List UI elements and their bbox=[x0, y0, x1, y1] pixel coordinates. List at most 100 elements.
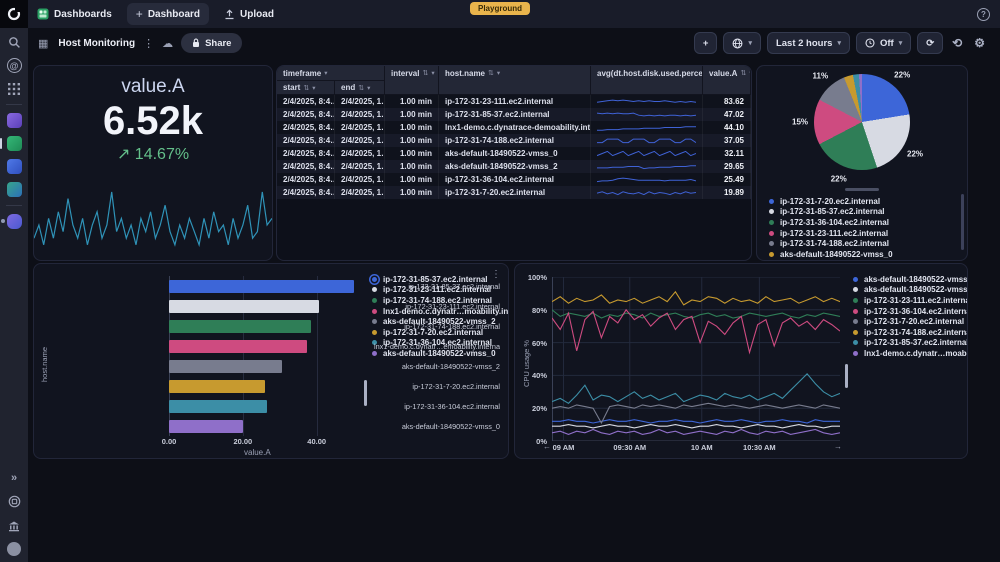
tab-dashboard[interactable]: + Dashboard bbox=[127, 3, 209, 25]
sidebar-item-clouds[interactable] bbox=[7, 113, 22, 128]
legend-resize-handle[interactable] bbox=[845, 188, 879, 191]
legend-item[interactable]: ip-172-31-23-111.ec2.internal bbox=[769, 228, 967, 239]
bar[interactable] bbox=[169, 340, 307, 353]
y-tick-label: 100% bbox=[517, 273, 547, 282]
nav-dashboards-label: Dashboards bbox=[54, 9, 112, 20]
copilot-icon[interactable]: @ bbox=[7, 58, 22, 73]
value-bar-panel[interactable]: ⋮ host.name 0.0020.0040.00 value.A ip-17… bbox=[33, 263, 509, 459]
legend-item[interactable]: ip-172-31-85-37.ec2.internal bbox=[769, 207, 967, 218]
column-header-avg-disk[interactable]: avg(dt.host.disk.used.percent) ▾ bbox=[591, 66, 703, 95]
legend-dot bbox=[769, 231, 774, 236]
cell-end: 2/4/2025, 1… bbox=[335, 134, 385, 147]
pan-right-icon[interactable]: → bbox=[834, 442, 842, 451]
legend-scrollbar[interactable] bbox=[961, 194, 964, 250]
globe-icon bbox=[732, 38, 743, 49]
nav-dashboards[interactable]: Dashboards bbox=[28, 0, 121, 28]
table-row[interactable]: 2/4/2025, 8:4…2/4/2025, 1…1.00 minaks-de… bbox=[277, 147, 751, 160]
expand-sidebar-icon[interactable]: » bbox=[7, 470, 22, 485]
table-row[interactable]: 2/4/2025, 8:4…2/4/2025, 1…1.00 minip-172… bbox=[277, 108, 751, 121]
cell-host: ip-172-31-23-111.ec2.internal bbox=[439, 95, 591, 108]
bar[interactable] bbox=[169, 300, 319, 313]
legend-scrollbar[interactable] bbox=[845, 364, 848, 388]
time-range-dropdown[interactable]: Last 2 hours ▾ bbox=[767, 32, 850, 54]
bar[interactable] bbox=[169, 380, 265, 393]
column-header-value[interactable]: value.A ⇅ ▾ bbox=[703, 66, 751, 95]
table-row[interactable]: 2/4/2025, 8:4…2/4/2025, 1…1.00 minip-172… bbox=[277, 173, 751, 186]
cell-disk-sparkline bbox=[591, 95, 703, 108]
chevron-down-icon: ▾ bbox=[431, 69, 434, 77]
legend-item[interactable]: ip-172-31-74-188.ec2.internal bbox=[853, 327, 968, 338]
user-avatar[interactable] bbox=[7, 542, 21, 556]
column-header-end[interactable]: end ⇅ ▾ bbox=[335, 81, 385, 95]
legend-item[interactable]: ip-172-31-85-37.ec2.internal bbox=[853, 338, 968, 349]
notification-dot bbox=[1, 219, 5, 223]
legend-item[interactable]: ip-172-31-7-20.ec2.internal bbox=[769, 196, 967, 207]
legend-item[interactable]: ip-172-31-74-188.ec2.internal bbox=[769, 238, 967, 249]
app-logo[interactable] bbox=[0, 0, 28, 28]
legend-dot bbox=[769, 241, 774, 246]
dashboard-menu-icon[interactable]: ⋮ bbox=[143, 37, 154, 50]
clouds-app-icon bbox=[7, 113, 22, 128]
x-tick-label: 10:30 AM bbox=[743, 443, 776, 452]
table-row[interactable]: 2/4/2025, 8:4…2/4/2025, 1…1.00 minip-172… bbox=[277, 134, 751, 147]
sort-icon: ⇅ bbox=[740, 69, 746, 77]
bar[interactable] bbox=[169, 400, 267, 413]
legend-item[interactable]: aks-default-18490522-vmss_2 bbox=[853, 285, 968, 296]
bar[interactable] bbox=[169, 280, 354, 293]
x-tick-label: 40.00 bbox=[307, 437, 326, 446]
sidebar-item-dashboards[interactable] bbox=[7, 136, 22, 151]
bar-row bbox=[169, 280, 361, 293]
table-row[interactable]: 2/4/2025, 8:4…2/4/2025, 1…1.00 minip-172… bbox=[277, 186, 751, 199]
refresh-button[interactable]: ⟳ bbox=[917, 32, 943, 54]
kpi-value: 6.52k bbox=[103, 98, 203, 144]
legend-item[interactable]: ip-172-31-7-20.ec2.internal bbox=[853, 316, 968, 327]
pan-left-icon[interactable]: ← bbox=[543, 442, 551, 451]
academy-icon[interactable] bbox=[7, 518, 22, 533]
kpi-panel[interactable]: value.A 6.52k ↗ 14.67% bbox=[33, 65, 273, 261]
settings-button[interactable]: ⚙ bbox=[971, 32, 988, 54]
table-row[interactable]: 2/4/2025, 8:4…2/4/2025, 1…1.00 minaks-de… bbox=[277, 160, 751, 173]
legend-label: ip-172-31-23-111.ec2.internal bbox=[780, 229, 888, 238]
sidebar-item-storage[interactable] bbox=[7, 214, 22, 229]
legend-item[interactable]: aks-default-18490522-vmss_0 bbox=[769, 249, 967, 260]
share-button[interactable]: Share bbox=[181, 33, 242, 53]
legend-item[interactable]: aks-default-18490522-vmss_0 bbox=[853, 274, 968, 285]
table-row[interactable]: 2/4/2025, 8:4…2/4/2025, 1…1.00 minlnx1-d… bbox=[277, 121, 751, 134]
history-button[interactable]: ⟲ bbox=[949, 32, 965, 54]
bar[interactable] bbox=[169, 360, 282, 373]
sidebar-item-kubernetes[interactable] bbox=[7, 182, 22, 197]
table-row[interactable]: 2/4/2025, 8:4…2/4/2025, 1…1.00 minip-172… bbox=[277, 95, 751, 108]
sidebar-item-notebooks[interactable] bbox=[7, 159, 22, 174]
column-header-host[interactable]: host.name ⇅ ▾ bbox=[439, 66, 591, 95]
x-tick-label: 09:30 AM bbox=[613, 443, 646, 452]
legend-scrollbar[interactable] bbox=[364, 380, 367, 406]
legend-dot bbox=[769, 252, 774, 257]
legend-item[interactable]: lnx1-demo.c.dynatr…moability.internal bbox=[853, 348, 968, 359]
cpu-line-panel[interactable]: CPU usage % 0%20%40%60%80%100% 09 AM09:3… bbox=[514, 263, 968, 459]
bar[interactable] bbox=[169, 320, 311, 333]
legend-item[interactable]: ip-172-31-36-104.ec2.internal bbox=[769, 217, 967, 228]
column-header-start[interactable]: start ⇅ ▾ bbox=[277, 81, 335, 95]
cell-disk-sparkline bbox=[591, 186, 703, 199]
column-header-timeframe[interactable]: timeframe ▾ bbox=[277, 66, 385, 81]
hosts-table-panel[interactable]: timeframe ▾ start ⇅ ▾ end ⇅ ▾ interval ⇅… bbox=[276, 65, 752, 261]
legend-item[interactable]: ip-172-31-23-111.ec2.internal bbox=[853, 295, 968, 306]
help-center-icon[interactable] bbox=[7, 494, 22, 509]
upload-button[interactable]: Upload bbox=[215, 0, 283, 28]
column-header-interval[interactable]: interval ⇅ ▾ bbox=[385, 66, 439, 95]
disk-pie-panel[interactable]: 22%22%22%15%11%3%0% ip-172-31-7-20.ec2.i… bbox=[756, 65, 968, 261]
help-icon[interactable]: ? bbox=[977, 8, 990, 21]
legend-dot bbox=[372, 351, 377, 356]
bar[interactable] bbox=[169, 420, 243, 433]
add-tile-button[interactable]: + bbox=[694, 32, 718, 54]
auto-refresh-dropdown[interactable]: Off ▾ bbox=[856, 32, 911, 54]
apps-grid-icon[interactable] bbox=[7, 81, 22, 96]
playground-badge[interactable]: Playground bbox=[470, 2, 530, 15]
pie-chart: 22%22%22%15%11%3%0% bbox=[757, 66, 967, 186]
variables-dropdown[interactable]: ▾ bbox=[723, 32, 761, 54]
pie-circle[interactable] bbox=[814, 74, 910, 170]
legend-item[interactable]: ip-172-31-36-104.ec2.internal bbox=[853, 306, 968, 317]
legend-dot bbox=[853, 351, 858, 356]
search-icon[interactable] bbox=[7, 35, 22, 50]
cell-end: 2/4/2025, 1… bbox=[335, 186, 385, 199]
